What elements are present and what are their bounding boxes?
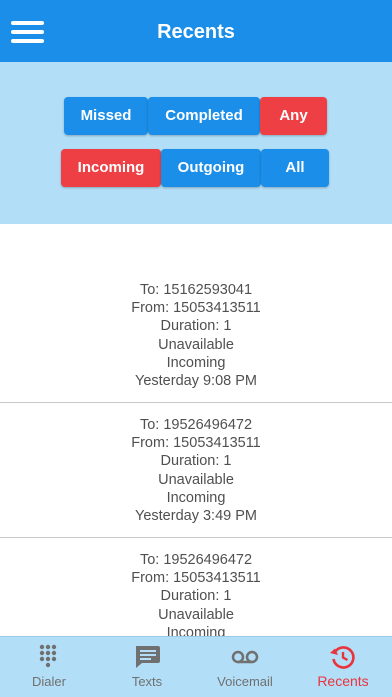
voicemail-icon <box>231 650 259 664</box>
tab-dialer[interactable]: Dialer <box>0 637 98 697</box>
call-to: To: 15162593041 <box>139 282 253 298</box>
filter-all-button[interactable]: All <box>261 149 329 187</box>
call-status: Unavailable <box>158 606 234 623</box>
tab-recents[interactable]: Recents <box>294 637 392 697</box>
filter-any-button[interactable]: Any <box>260 97 327 135</box>
tab-voicemail[interactable]: Voicemail <box>196 637 294 697</box>
call-direction: Incoming <box>166 624 226 636</box>
filter-missed-button[interactable]: Missed <box>64 97 148 135</box>
list-divider <box>0 537 392 538</box>
call-time: Yesterday 9:08 PM <box>135 373 257 390</box>
list-divider <box>0 402 392 403</box>
page-title: Recents <box>157 21 235 43</box>
call-time: Yesterday 3:49 PM <box>135 508 257 525</box>
call-status: Unavailable <box>158 471 234 488</box>
call-duration: Duration: 1 <box>160 453 232 470</box>
call-status: Unavailable <box>158 336 234 353</box>
filter-outgoing-button[interactable]: Outgoing <box>161 149 261 187</box>
message-icon <box>136 646 160 668</box>
call-from: From: 15053413511 <box>131 570 261 587</box>
filter-completed-button[interactable]: Completed <box>148 97 260 135</box>
call-duration: Duration: 1 <box>160 588 232 605</box>
call-from: From: 15053413511 <box>131 435 261 452</box>
tab-voicemail-label: Voicemail <box>217 674 273 689</box>
history-icon <box>330 646 355 669</box>
call-duration: Duration: 1 <box>160 318 232 335</box>
call-item[interactable]: To: 15162593041 From: 15053413511 Durati… <box>0 281 392 390</box>
tab-texts[interactable]: Texts <box>98 637 196 697</box>
tab-texts-label: Texts <box>131 674 163 689</box>
call-to: To: 19526496472 <box>139 417 253 433</box>
call-direction: Incoming <box>166 489 226 506</box>
dialpad-icon <box>39 644 57 668</box>
call-to: To: 19526496472 <box>139 552 253 568</box>
tab-dialer-label: Dialer <box>32 674 66 689</box>
call-item[interactable]: To: 19526496472 From: 15053413511 Durati… <box>0 416 392 525</box>
tab-recents-label: Recents <box>317 673 369 689</box>
recents-list[interactable]: To: 15162593041 From: 15053413511 Durati… <box>0 224 392 636</box>
app-header: Recents <box>0 0 392 62</box>
call-from: From: 15053413511 <box>131 300 261 317</box>
filter-incoming-button[interactable]: Incoming <box>61 149 161 187</box>
call-item[interactable]: To: 19526496472 From: 15053413511 Durati… <box>0 551 392 636</box>
bottom-tab-bar: Dialer Texts Voicemail Recents <box>0 636 392 697</box>
call-direction: Incoming <box>166 354 226 371</box>
filter-panel: Missed Completed Any Incoming Outgoing A… <box>0 62 392 224</box>
